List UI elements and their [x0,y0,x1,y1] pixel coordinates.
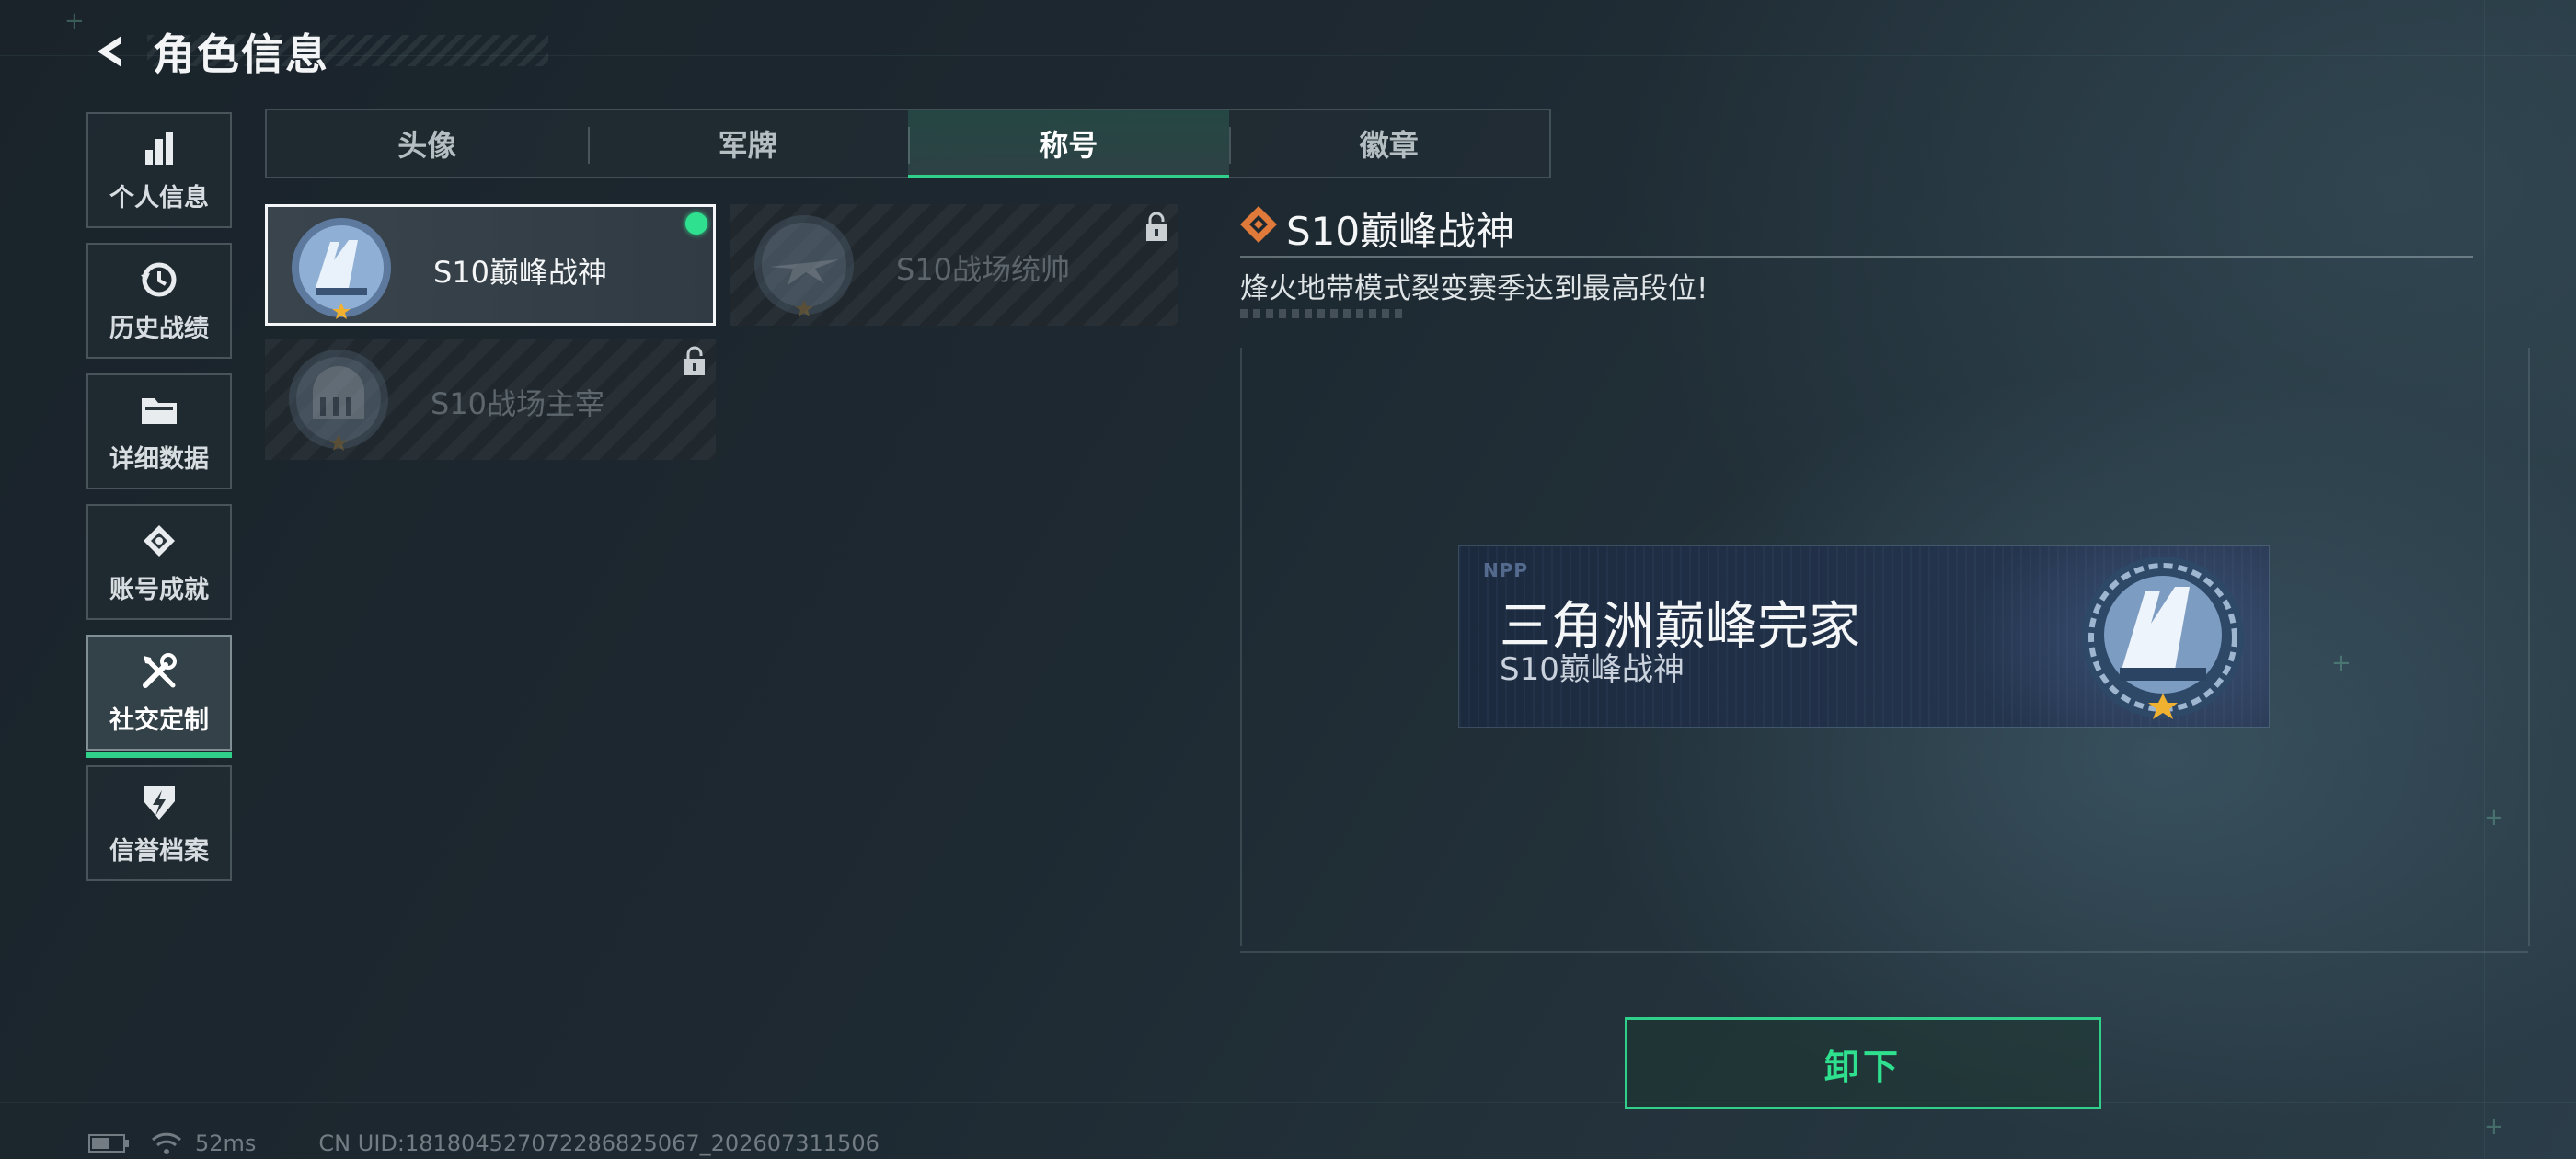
tab-bar: 头像 军牌 称号 徽章 [265,109,1551,178]
detail-title: S10巅峰战神 [1286,209,1515,254]
title-name: S10巅峰战神 [433,255,608,290]
sidebar-item-credit-profile[interactable]: 信誉档案 [86,765,232,881]
title-card-s10-peak-war-god[interactable]: S10巅峰战神 [265,204,716,326]
preview-frame-line [1240,951,2528,953]
title-name: S10战场统帅 [896,252,1071,287]
tab-avatar[interactable]: 头像 [267,110,588,177]
achievement-icon [138,520,180,562]
page-title: 角色信息 [153,29,329,79]
sidebar-item-history[interactable]: 历史战绩 [86,243,232,359]
tab-title[interactable]: 称号 [908,110,1229,178]
sidebar-item-label: 详细数据 [109,444,209,474]
uid-text: CN UID:18180452707228682506​7_2026073115… [318,1130,880,1156]
sidebar-item-label: 社交定制 [109,706,209,735]
sidebar-item-detailed-data[interactable]: 详细数据 [86,373,232,489]
bg-grid-line [2484,0,2485,1159]
sidebar-item-social-custom[interactable]: 社交定制 [86,635,232,758]
wrench-screwdriver-icon [138,650,180,693]
bar-chart-icon [138,128,180,170]
tab-badge[interactable]: 徽章 [1228,110,1550,177]
equipped-indicator [685,212,707,235]
bg-plus-mark: + [2484,804,2504,832]
rank-emblem-icon [285,346,392,453]
nameplate-title: S10巅峰战神 [1500,651,1685,688]
folder-icon [138,389,180,431]
history-clock-icon [138,258,180,301]
nameplate-logo: NPP [1483,559,1529,581]
sidebar-item-label: 个人信息 [109,183,209,212]
wifi-icon [151,1132,182,1154]
unequip-button[interactable]: 卸下 [1625,1017,2101,1109]
back-arrow-icon[interactable] [88,30,131,73]
rank-emblem-icon [288,214,395,321]
bg-plus-mark: + [64,7,85,35]
lock-icon [1143,212,1170,243]
rank-emblem-icon [2076,550,2250,725]
title-card-s10-battlefield-dominator[interactable]: S10战场主宰 [265,339,716,460]
title-card-s10-battlefield-commander[interactable]: S10战场统帅 [730,204,1178,326]
nameplate-preview: NPP 三角洲巅峰完家 S10巅峰战神 [1459,546,2269,727]
detail-divider [1240,256,2473,258]
bg-grid-line [0,1102,2576,1103]
diamond-rank-icon [1238,204,1279,245]
detail-decoration [1240,309,1402,318]
sidebar-item-achievements[interactable]: 账号成就 [86,504,232,620]
lock-icon [681,346,708,377]
sidebar-item-personal-info[interactable]: 个人信息 [86,112,232,228]
status-bar: 52ms CN UID:18180452707228682506​7_20260… [88,1130,880,1157]
ping-value: 52ms [195,1130,257,1156]
rank-emblem-icon [751,212,857,318]
battery-icon [88,1134,129,1153]
tab-dog-tag[interactable]: 军牌 [587,110,909,177]
title-name: S10战场主宰 [431,386,605,421]
sidebar-item-label: 账号成就 [109,575,209,604]
page-header: 角色信息 [88,24,329,79]
sidebar-item-label: 历史战绩 [109,314,209,343]
credit-badge-icon [138,781,180,823]
bg-plus-mark: + [2331,649,2352,677]
sidebar-item-label: 信誉档案 [109,836,209,866]
bg-plus-mark: + [2484,1113,2504,1141]
detail-description: 烽火地带模式裂变赛季达到最高段位! [1240,272,1708,305]
preview-frame-line [2528,348,2530,946]
preview-frame-line [1240,348,1242,946]
